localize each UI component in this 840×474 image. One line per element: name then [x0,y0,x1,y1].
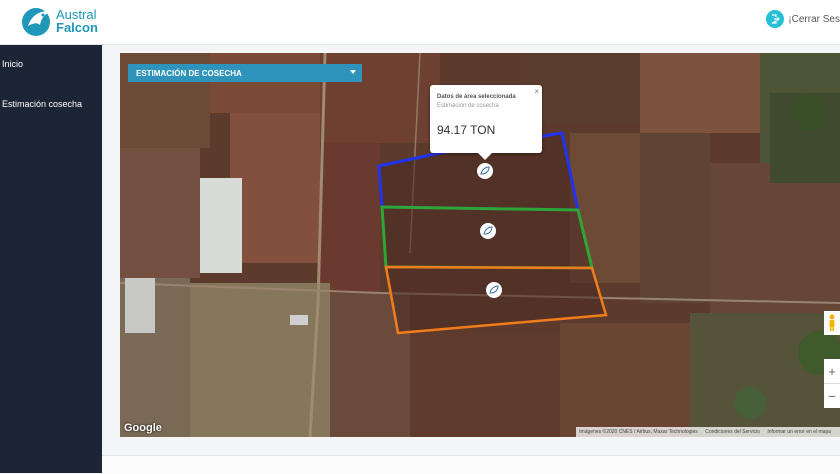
leaf-icon [483,226,493,235]
leaf-icon [480,166,490,175]
close-icon[interactable]: × [534,87,539,96]
brand-logo[interactable]: Austral Falcon [22,4,98,38]
terms-link[interactable]: Condiciones del Servicio [705,429,760,435]
falcon-logo-icon [22,8,50,36]
popup-title: Datos de área seleccionada [437,94,516,100]
caret-down-icon [350,70,356,74]
harvest-estimation-dropdown[interactable]: ESTIMACIÓN DE COSECHA [128,64,362,82]
field-marker-blue[interactable] [477,163,493,179]
brand-name: Austral Falcon [56,8,98,34]
popup-subtitle: Estimación de cosecha [437,103,499,109]
footer-bar [102,455,840,474]
sidebar: Inicio Estimación cosecha [0,45,102,473]
dropdown-label: ESTIMACIÓN DE COSECHA [136,68,242,78]
leaf-icon [489,285,499,294]
report-error-link[interactable]: Informar un error en el mapa [767,429,831,435]
zoom-in-button[interactable]: + [824,359,840,384]
field-marker-orange[interactable] [486,282,502,298]
brand-line-2: Falcon [56,20,98,35]
logout-label: ¡Cerrar Ses [788,13,840,25]
street-view-pegman-icon[interactable] [824,311,840,335]
logout-button[interactable]: ¡Cerrar Ses [766,10,840,28]
field-marker-green[interactable] [480,223,496,239]
zoom-out-button[interactable]: − [824,384,840,408]
sidebar-item-estimacion-cosecha[interactable]: Estimación cosecha [2,99,82,109]
attribution-imagery: Imágenes ©2020 CNES / Airbus, Maxar Tech… [579,429,698,435]
popup-value: 94.17 TON [437,123,496,137]
google-logo: Google [124,422,162,434]
sidebar-item-inicio[interactable]: Inicio [2,59,23,69]
map-attribution: Imágenes ©2020 CNES / Airbus, Maxar Tech… [576,427,840,437]
area-info-popup: × Datos de área seleccionada Estimación … [430,85,542,160]
main-content: ESTIMACIÓN DE COSECHA × Datos de área se… [102,45,840,474]
logout-icon [766,10,785,28]
map-view[interactable]: ESTIMACIÓN DE COSECHA × Datos de área se… [120,53,840,437]
top-header: Austral Falcon ¡Cerrar Ses [0,0,840,45]
